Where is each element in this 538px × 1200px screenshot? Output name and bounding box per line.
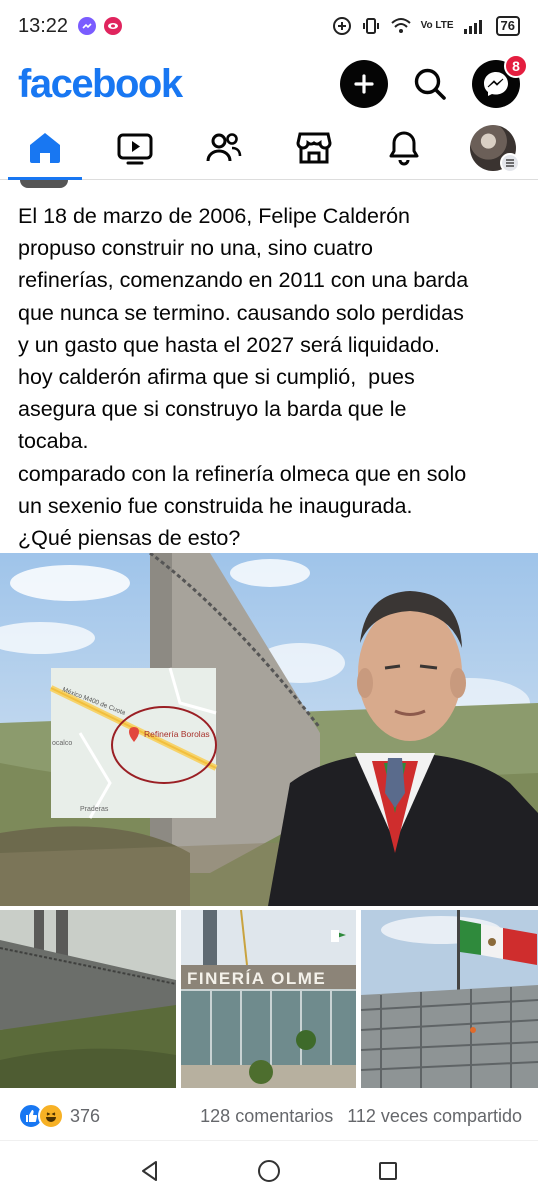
menu-lines-icon [500, 152, 521, 173]
tab-video[interactable] [90, 116, 180, 179]
create-button[interactable] [340, 60, 388, 108]
recents-button[interactable] [368, 1151, 408, 1191]
video-icon [117, 133, 152, 164]
tab-notifications[interactable] [359, 116, 449, 179]
author-avatar-partial [20, 180, 68, 188]
search-icon [414, 68, 446, 100]
status-bar: 13:22 Vo LTE 76 [0, 0, 538, 52]
map-place-label: Refinería Borolas [144, 729, 210, 739]
messenger-button[interactable]: 8 [472, 54, 528, 108]
comments-count[interactable]: 128 comentarios [200, 1106, 333, 1127]
post-text: El 18 de marzo de 2006, Felipe Calderón … [18, 204, 469, 551]
status-time: 13:22 [18, 14, 69, 37]
recents-icon [379, 1161, 398, 1180]
map-town-bottom: Praderas [80, 806, 109, 813]
system-nav-bar [0, 1140, 538, 1200]
avatar-menu-icon [470, 124, 521, 173]
marketplace-icon [296, 132, 332, 163]
tab-menu[interactable] [448, 116, 538, 179]
tab-friends[interactable] [179, 116, 269, 179]
tab-marketplace[interactable] [269, 116, 359, 179]
wall-collage-image: Refinería Borolas México M400 de Cuota o… [0, 553, 538, 906]
wifi-icon [390, 17, 412, 35]
search-button[interactable] [406, 60, 454, 108]
messenger-icon [78, 17, 97, 35]
home-nav-button[interactable] [249, 1151, 289, 1191]
refinery-sign-photo: FINERÍA OLME [181, 910, 356, 1088]
friends-icon [206, 132, 242, 161]
back-button[interactable] [130, 1151, 170, 1191]
post-image-refinery-sign[interactable]: FINERÍA OLME [181, 910, 356, 1088]
reaction-count[interactable]: 376 [70, 1106, 100, 1127]
signal-icon [463, 17, 487, 35]
vibrate-icon [361, 16, 381, 36]
bell-icon [389, 131, 419, 165]
battery-icon: 76 [495, 16, 520, 36]
data-saver-icon [332, 16, 352, 36]
home-circle-icon [257, 1159, 280, 1182]
flag-construction-photo [361, 910, 538, 1088]
map-inset: Refinería Borolas México M400 de Cuota o… [49, 667, 218, 819]
volte-label: Vo LTE [420, 20, 454, 31]
refinery-sign-text: FINERÍA OLME [187, 969, 326, 988]
tab-bar [0, 116, 538, 180]
tab-home[interactable] [0, 116, 90, 180]
post-image-main[interactable]: Refinería Borolas México M400 de Cuota o… [0, 553, 538, 906]
app-header: facebook 8 [0, 52, 538, 116]
wall-photo [0, 910, 176, 1088]
facebook-logo[interactable]: facebook [18, 62, 183, 107]
plus-icon [354, 74, 374, 94]
post-image-wall[interactable] [0, 910, 176, 1088]
home-icon [29, 132, 60, 163]
reaction-icons[interactable] [18, 1103, 64, 1129]
post-image-flag-construction[interactable] [361, 910, 538, 1088]
messenger-badge: 8 [504, 54, 528, 78]
map-town-left: ocalco [52, 740, 72, 747]
app-notification-icon [104, 17, 123, 35]
haha-icon [38, 1103, 64, 1129]
reactions-bar: 376 128 comentarios 112 veces compartido [18, 1099, 522, 1133]
back-icon [141, 1160, 157, 1181]
shares-count[interactable]: 112 veces compartido [347, 1106, 522, 1127]
